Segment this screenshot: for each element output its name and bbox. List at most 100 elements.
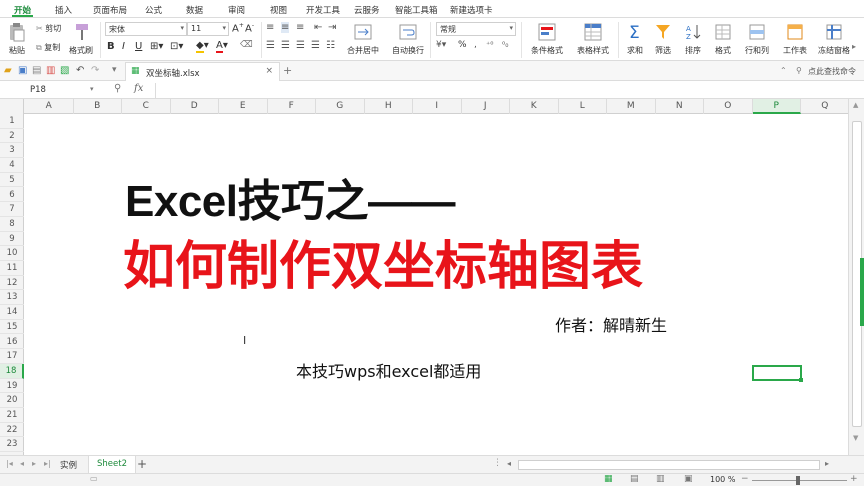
row-header-6[interactable]: 6 bbox=[0, 188, 24, 203]
increase-decimal-icon[interactable]: ⁺⁰ bbox=[486, 40, 493, 49]
column-header-m[interactable]: M bbox=[607, 99, 656, 114]
row-header-4[interactable]: 4 bbox=[0, 158, 24, 173]
column-header-e[interactable]: E bbox=[219, 99, 268, 114]
row-header-10[interactable]: 10 bbox=[0, 246, 24, 261]
font-size-select[interactable]: 11 ▾ bbox=[187, 22, 229, 36]
font-name-select[interactable]: 宋体 ▾ bbox=[105, 22, 187, 36]
conditional-format-button[interactable]: 条件格式 bbox=[530, 20, 564, 60]
command-search[interactable]: 点此查找命令 bbox=[808, 66, 856, 77]
page-layout-view-icon[interactable]: ▤ bbox=[630, 474, 639, 484]
currency-icon[interactable]: ¥▾ bbox=[436, 40, 446, 50]
row-header-22[interactable]: 22 bbox=[0, 423, 24, 438]
number-format-select[interactable]: 常规 ▾ bbox=[436, 22, 516, 36]
more-options-icon[interactable]: ⋮ bbox=[493, 458, 502, 468]
zoom-formula-icon[interactable]: ⚲ bbox=[114, 83, 121, 94]
worksheet-button[interactable]: 工作表 bbox=[778, 20, 812, 60]
row-header-12[interactable]: 12 bbox=[0, 276, 24, 291]
chevron-down-icon[interactable]: ▾ bbox=[90, 85, 94, 93]
chevron-down-icon[interactable]: ▾ bbox=[112, 65, 123, 76]
row-header-21[interactable]: 21 bbox=[0, 408, 24, 423]
rows-cols-button[interactable]: 行和列 bbox=[740, 20, 774, 60]
preview-icon[interactable]: ▧ bbox=[60, 65, 71, 76]
cut-button[interactable]: ✂ 剪切 bbox=[36, 23, 61, 34]
row-header-16[interactable]: 16 bbox=[0, 335, 24, 350]
column-header-b[interactable]: B bbox=[74, 99, 122, 114]
menu-tab-formulas[interactable]: 公式 bbox=[145, 4, 162, 16]
indent-increase-icon[interactable]: ⇥ bbox=[328, 22, 336, 33]
percent-button[interactable]: % bbox=[458, 40, 467, 50]
row-header-19[interactable]: 19 bbox=[0, 379, 24, 394]
column-header-p[interactable]: P bbox=[752, 99, 801, 114]
select-all-corner[interactable] bbox=[0, 99, 24, 114]
save-icon[interactable]: ▣ bbox=[18, 65, 29, 76]
wrap-text-button[interactable]: 自动换行 bbox=[391, 20, 425, 60]
paste-button[interactable]: 粘贴 bbox=[0, 20, 34, 60]
first-sheet-icon[interactable]: |◂ bbox=[6, 459, 13, 468]
print-icon[interactable]: ▤ bbox=[32, 65, 43, 76]
column-header-h[interactable]: H bbox=[365, 99, 413, 114]
shrink-font-icon[interactable]: A- bbox=[245, 22, 254, 34]
align-center-icon[interactable]: ☰ bbox=[281, 40, 290, 51]
insert-function-button[interactable]: fx bbox=[134, 83, 143, 94]
macro-icon[interactable]: ▭ bbox=[90, 474, 98, 483]
clear-format-icon[interactable]: ⌫ bbox=[240, 40, 253, 50]
undo-icon[interactable]: ↶ bbox=[76, 65, 87, 76]
menu-tab-data[interactable]: 数据 bbox=[186, 4, 203, 16]
column-header-i[interactable]: I bbox=[413, 99, 462, 114]
name-box[interactable]: P18 bbox=[0, 83, 100, 98]
align-left-icon[interactable]: ☰ bbox=[266, 40, 275, 51]
scroll-left-icon[interactable]: ◂ bbox=[507, 459, 511, 468]
zoom-slider-knob[interactable] bbox=[796, 476, 800, 485]
menu-tab-home[interactable]: 开始 bbox=[11, 4, 34, 17]
menu-tab-page-layout[interactable]: 页面布局 bbox=[93, 4, 127, 16]
menu-tab-insert[interactable]: 插入 bbox=[55, 4, 72, 16]
menu-tab-review[interactable]: 审阅 bbox=[228, 4, 245, 16]
sheet-tab-sheet2[interactable]: Sheet2 bbox=[88, 456, 136, 473]
column-header-l[interactable]: L bbox=[559, 99, 607, 114]
normal-view-icon[interactable]: ▦ bbox=[604, 474, 613, 484]
prev-sheet-icon[interactable]: ◂ bbox=[20, 459, 24, 468]
row-header-9[interactable]: 9 bbox=[0, 232, 24, 247]
menu-tab-new[interactable]: 新建选项卡 bbox=[450, 4, 493, 16]
zoom-in-icon[interactable]: + bbox=[850, 474, 858, 484]
scroll-down-icon[interactable]: ▼ bbox=[853, 434, 858, 442]
column-header-q[interactable]: Q bbox=[801, 99, 848, 114]
formula-input[interactable] bbox=[155, 83, 864, 98]
font-color-button[interactable]: A▾ bbox=[216, 40, 228, 53]
column-header-d[interactable]: D bbox=[171, 99, 219, 114]
row-header-5[interactable]: 5 bbox=[0, 173, 24, 188]
menu-tab-smart-toolbox[interactable]: 智能工具箱 bbox=[395, 4, 438, 16]
reading-view-icon[interactable]: ▣ bbox=[684, 474, 693, 484]
selected-cell[interactable] bbox=[752, 365, 803, 382]
row-header-15[interactable]: 15 bbox=[0, 320, 24, 335]
indent-decrease-icon[interactable]: ⇤ bbox=[314, 22, 322, 33]
underline-button[interactable]: U bbox=[135, 41, 142, 52]
freeze-panes-button[interactable]: 冻结窗格 bbox=[817, 20, 851, 60]
add-sheet-button[interactable]: + bbox=[137, 457, 147, 471]
align-bottom-icon[interactable]: ≡ bbox=[296, 22, 304, 33]
bold-button[interactable]: B bbox=[107, 41, 115, 52]
side-panel-handle[interactable] bbox=[860, 258, 864, 326]
row-header-20[interactable]: 20 bbox=[0, 393, 24, 408]
export-pdf-icon[interactable]: ▥ bbox=[46, 65, 57, 76]
column-header-o[interactable]: O bbox=[704, 99, 753, 114]
sheet-tab-example[interactable]: 实例 bbox=[52, 456, 85, 473]
column-header-n[interactable]: N bbox=[656, 99, 704, 114]
highlight-icon[interactable]: ◆▾ bbox=[196, 40, 209, 53]
fill-color-icon[interactable]: ⊡▾ bbox=[170, 41, 183, 52]
last-sheet-icon[interactable]: ▸| bbox=[44, 459, 51, 468]
thousands-icon[interactable]: , bbox=[474, 40, 477, 50]
collapse-ribbon-icon[interactable]: ⌃ bbox=[780, 66, 787, 75]
column-header-g[interactable]: G bbox=[316, 99, 365, 114]
justify-icon[interactable]: ☰ bbox=[311, 40, 320, 51]
more-icon[interactable]: ▸ bbox=[852, 42, 856, 51]
menu-tab-developer[interactable]: 开发工具 bbox=[306, 4, 340, 16]
column-header-k[interactable]: K bbox=[510, 99, 559, 114]
row-header-7[interactable]: 7 bbox=[0, 202, 24, 217]
column-header-j[interactable]: J bbox=[462, 99, 510, 114]
grow-font-icon[interactable]: A+ bbox=[232, 22, 244, 34]
redo-icon[interactable]: ↷ bbox=[91, 65, 102, 76]
horizontal-scrollbar[interactable] bbox=[518, 460, 820, 470]
scroll-right-icon[interactable]: ▸ bbox=[825, 459, 829, 468]
row-header-13[interactable]: 13 bbox=[0, 290, 24, 306]
